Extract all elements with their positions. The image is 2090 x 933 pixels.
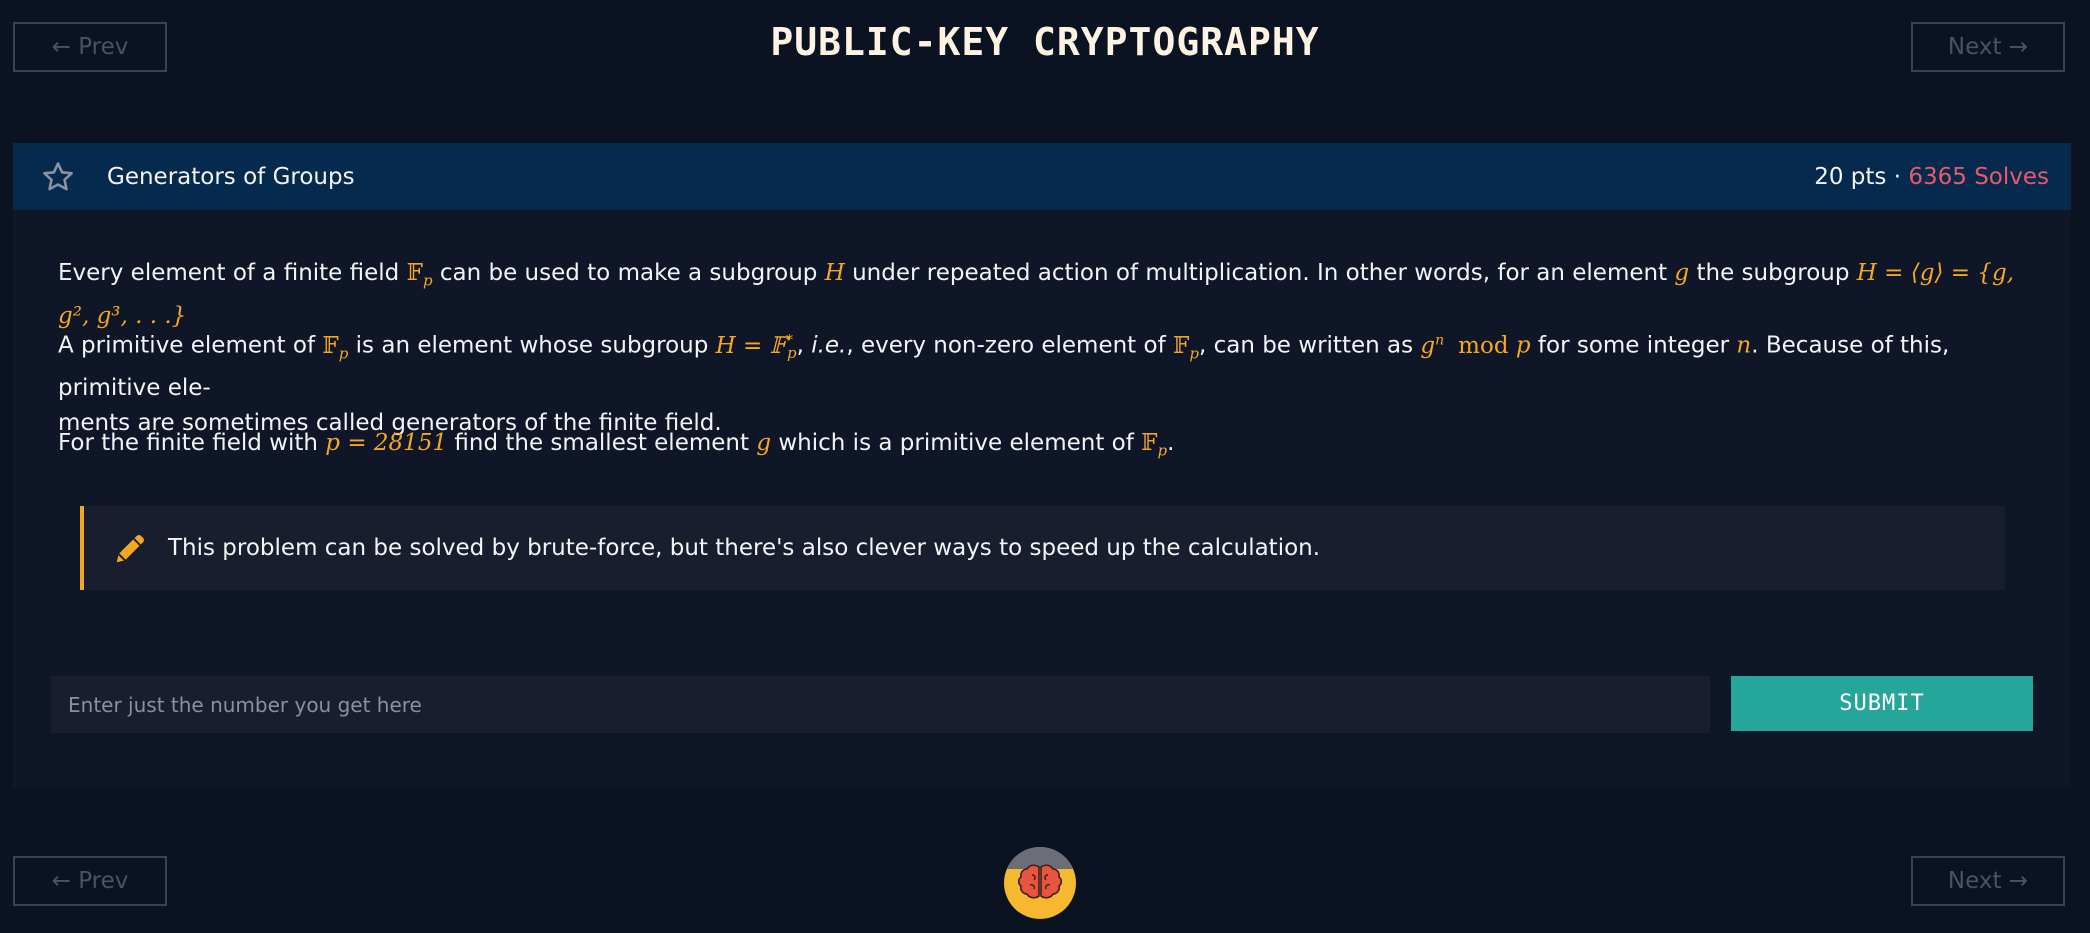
next-button-top[interactable]: Next →: [1911, 22, 2065, 72]
brain-logo-icon: [1004, 847, 1076, 919]
submit-button[interactable]: SUBMIT: [1731, 676, 2033, 731]
text: find the smallest element: [447, 430, 757, 456]
math-g: g: [756, 430, 772, 456]
text: for some integer: [1530, 332, 1737, 359]
hint-box: This problem can be solved by brute-forc…: [80, 506, 2005, 590]
math-n: n: [1736, 332, 1752, 359]
math-field: 𝔽p: [406, 260, 433, 290]
paragraph-2: A primitive element of 𝔽p is an element …: [58, 323, 2033, 441]
challenge-score: 20 pts · 6365 Solves: [1814, 164, 2049, 190]
paragraph-1: Every element of a finite field 𝔽p can b…: [58, 256, 2033, 334]
text: which is a primitive element of: [771, 430, 1142, 456]
hint-text: This problem can be solved by brute-forc…: [168, 535, 1321, 561]
text: For the finite field with: [58, 430, 326, 456]
points-label: 20 pts: [1814, 163, 1887, 190]
star-icon[interactable]: [41, 160, 75, 194]
next-button-bottom[interactable]: Next →: [1911, 856, 2065, 906]
score-separator: ·: [1886, 163, 1909, 190]
text: A primitive element of: [58, 332, 323, 359]
text: ,: [796, 332, 812, 359]
math-g: g: [1674, 260, 1690, 286]
math-field: 𝔽p: [1173, 332, 1199, 363]
text: , every non-zero element of: [846, 332, 1173, 359]
math-p-value: p = 28151: [325, 430, 448, 456]
solves-count: 6365 Solves: [1908, 163, 2049, 190]
math-h: H: [824, 260, 845, 286]
text: is an element whose subgroup: [348, 332, 716, 359]
text: , can be written as: [1198, 332, 1421, 359]
text: can be used to make a subgroup: [432, 260, 825, 286]
math-field: 𝔽p: [322, 332, 349, 363]
math-h-equals-field: H = 𝔽*p: [715, 332, 797, 363]
math-p: p: [1515, 332, 1531, 359]
text: under repeated action of multiplication.…: [844, 260, 1675, 286]
text: .: [1167, 430, 1175, 456]
text: the subgroup: [1689, 260, 1857, 286]
text-ie: i.e.: [811, 332, 847, 359]
math-g-power-n: gn: [1420, 332, 1445, 359]
challenge-header: Generators of Groups 20 pts · 6365 Solve…: [13, 143, 2071, 210]
challenge-title: Generators of Groups: [107, 163, 355, 190]
page-title: PUBLIC-KEY CRYPTOGRAPHY: [770, 20, 1320, 64]
paragraph-3: For the finite field with p = 28151 find…: [58, 426, 2033, 469]
math-field: 𝔽p: [1141, 430, 1168, 460]
challenge-card: Generators of Groups 20 pts · 6365 Solve…: [13, 143, 2071, 789]
prev-button-bottom[interactable]: ← Prev: [13, 856, 167, 906]
answer-input[interactable]: [51, 676, 1710, 733]
text: Every element of a finite field: [58, 260, 407, 286]
pencil-icon: [112, 529, 150, 567]
math-mod: mod: [1458, 332, 1509, 359]
